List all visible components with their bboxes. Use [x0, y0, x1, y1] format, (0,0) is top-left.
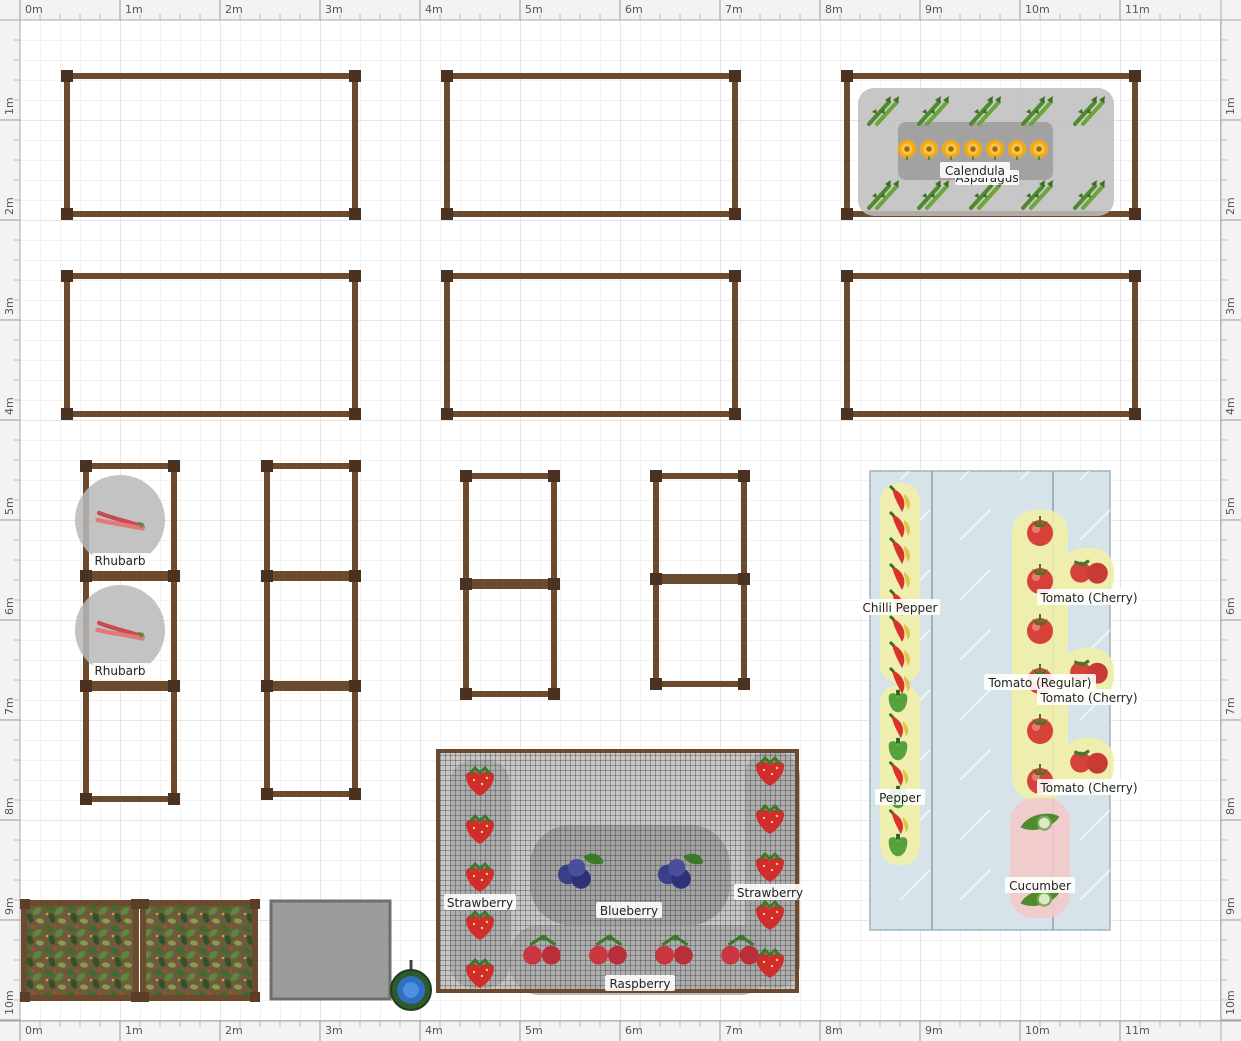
tomato-cherry-label: Tomato (Cherry)	[1039, 781, 1137, 795]
strawberry-label: Strawberry	[447, 896, 513, 910]
cucumber-label: Cucumber	[1009, 879, 1071, 893]
rhubarb-label: Rhubarb	[94, 664, 145, 678]
strawberry-label: Strawberry	[737, 886, 803, 900]
tomato-regular-label: Tomato (Regular)	[988, 676, 1092, 690]
ruler-label-bottom: 11m	[1125, 1024, 1150, 1037]
blueberry-label: Blueberry	[600, 904, 658, 918]
ruler-label-top: 10m	[1025, 3, 1050, 16]
tomato-cherry-label: Tomato (Cherry)	[1039, 691, 1137, 705]
ruler-label-top: 11m	[1125, 3, 1150, 16]
tomato-cherry-label: Tomato (Cherry)	[1039, 591, 1137, 605]
chilli-pepper-label: Chilli Pepper	[863, 601, 938, 615]
asparagus-calendula-planting[interactable]: Asparagus Calendula	[858, 88, 1114, 216]
ruler-label-bottom: 10m	[1025, 1024, 1050, 1037]
paving-slab[interactable]	[269, 899, 392, 1001]
greenhouse[interactable]: Chilli Pepper Pepper Tomato (Cherry) Tom…	[860, 470, 1141, 931]
fruit-cage[interactable]: Strawberry Strawberry Blueberry Raspberr…	[436, 749, 806, 995]
ruler-label-right: 10m	[1224, 990, 1237, 1015]
compost-bin[interactable]	[143, 903, 255, 998]
rhubarb-label: Rhubarb	[94, 554, 145, 568]
raspberry-label: Raspberry	[609, 977, 670, 991]
pepper-label: Pepper	[879, 791, 921, 805]
compost-bin[interactable]	[24, 903, 136, 998]
tomato-regular-zone[interactable]	[1012, 510, 1068, 800]
garden-planner-canvas[interactable]: 0m0m1m1m2m2m3m3m4m4m5m5m6m6m7m7m8m8m9m9m…	[0, 0, 1241, 1041]
ruler-label-left: 10m	[3, 990, 16, 1015]
calendula-label: Calendula	[945, 164, 1005, 178]
compost-bins[interactable]	[20, 899, 260, 1002]
